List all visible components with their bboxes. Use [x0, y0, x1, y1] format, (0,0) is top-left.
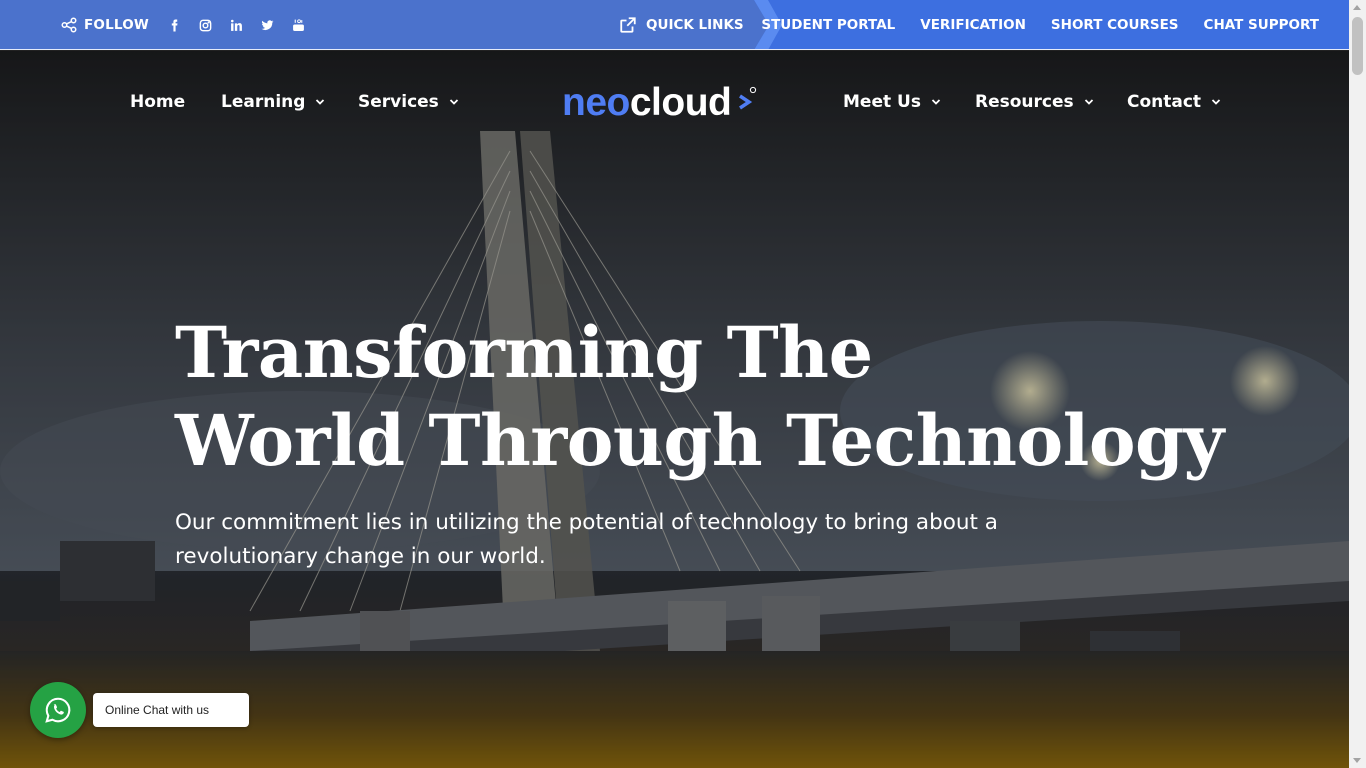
whatsapp-icon — [45, 697, 71, 723]
chevron-down-icon — [316, 99, 325, 105]
top-utility-bar: FOLLOW QUICK LINKS STUDENT PORTAL VERIFI… — [0, 0, 1349, 50]
social-links — [159, 19, 314, 32]
nav-resources[interactable]: Resources — [975, 92, 1094, 112]
scroll-down-arrow-icon[interactable] — [1353, 758, 1361, 763]
nav-learning-label: Learning — [221, 92, 306, 112]
follow-group: FOLLOW — [60, 16, 314, 34]
scroll-up-arrow-icon[interactable] — [1353, 5, 1361, 10]
chevron-down-icon — [931, 99, 941, 105]
instagram-icon[interactable] — [199, 19, 212, 32]
chevron-down-icon — [449, 99, 458, 105]
whatsapp-chat-button[interactable] — [30, 682, 86, 738]
student-portal-link[interactable]: STUDENT PORTAL — [761, 17, 895, 33]
share-icon — [61, 17, 77, 33]
nav-home[interactable]: Home — [130, 92, 185, 112]
youtube-icon[interactable] — [292, 19, 305, 32]
scrollbar-thumb[interactable] — [1352, 17, 1363, 75]
nav-services-label: Services — [358, 92, 439, 112]
external-link-icon — [620, 17, 636, 33]
linkedin-icon[interactable] — [230, 19, 243, 32]
nav-services[interactable]: Services — [358, 92, 459, 112]
topbar-divider — [0, 49, 1349, 50]
nav-meet-us[interactable]: Meet Us — [843, 92, 941, 112]
nav-resources-label: Resources — [975, 92, 1074, 112]
hero-section: Home Learning Services neo cloud Meet Us … — [0, 51, 1349, 768]
hero-subtitle: Our commitment lies in utilizing the pot… — [175, 510, 998, 569]
top-links: STUDENT PORTAL VERIFICATION SHORT COURSE… — [761, 17, 1319, 33]
short-courses-link[interactable]: SHORT COURSES — [1051, 17, 1179, 33]
verification-link[interactable]: VERIFICATION — [920, 17, 1026, 33]
nav-home-label: Home — [130, 92, 186, 112]
nav-contact-label: Contact — [1127, 92, 1202, 112]
online-chat-bubble[interactable]: Online Chat with us — [93, 693, 249, 727]
page-scrollbar[interactable] — [1349, 0, 1366, 768]
logo-text-neo: neo — [562, 81, 630, 124]
facebook-icon[interactable] — [168, 19, 181, 32]
chevron-down-icon — [1084, 99, 1093, 105]
hero-headline-line2: World Through Technology — [175, 399, 1224, 482]
twitter-icon[interactable] — [261, 19, 274, 32]
neocloud-logo[interactable]: neo cloud — [562, 81, 757, 125]
logo-chevron-icon — [739, 86, 757, 110]
main-navigation: Home Learning Services neo cloud Meet Us … — [0, 51, 1349, 151]
hero-headline-line1: Transforming The — [175, 311, 873, 394]
quick-links-label: QUICK LINKS — [646, 17, 744, 33]
hero-headline: Transforming The World Through Technolog… — [175, 309, 1235, 485]
quick-links[interactable]: QUICK LINKS — [619, 16, 744, 34]
chat-support-link[interactable]: CHAT SUPPORT — [1204, 17, 1319, 33]
logo-text-cloud: cloud — [629, 81, 732, 124]
nav-meet-us-label: Meet Us — [843, 92, 921, 112]
online-chat-label: Online Chat with us — [105, 703, 210, 717]
follow-label: FOLLOW — [84, 17, 149, 33]
nav-contact[interactable]: Contact — [1127, 92, 1221, 112]
nav-learning[interactable]: Learning — [221, 92, 325, 112]
chevron-down-icon — [1211, 99, 1221, 105]
